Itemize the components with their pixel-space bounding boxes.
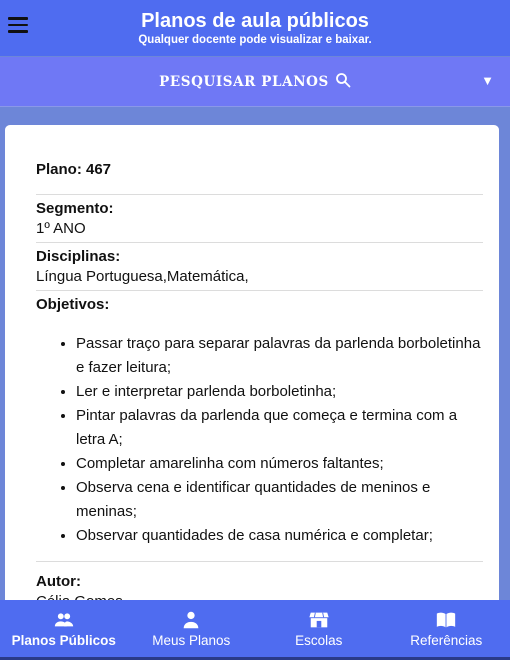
page-title: Planos de aula públicos [141, 10, 369, 32]
segment-label: Segmento: [36, 200, 114, 217]
caret-down-icon[interactable]: ▼ [481, 73, 494, 88]
author-label: Autor: [36, 573, 81, 590]
disciplines-label: Disciplinas: [36, 248, 121, 265]
objective-item: Pintar palavras da parlenda que começa e… [76, 404, 483, 452]
nav-label: Meus Planos [152, 633, 231, 648]
nav-meus-planos[interactable]: Meus Planos [128, 600, 256, 657]
disciplines-value: Língua Portuguesa,Matemática, [36, 268, 249, 285]
person-icon [183, 611, 199, 629]
search-icon [335, 72, 351, 87]
people-icon [54, 613, 73, 627]
nav-label: Planos Públicos [11, 633, 116, 648]
segment-section: Segmento: 1º ANO [36, 195, 483, 243]
objective-item: Passar traço para separar palavras da pa… [76, 332, 483, 380]
objective-item: Observa cena e identificar quantidades d… [76, 476, 483, 524]
book-icon [437, 612, 456, 628]
disciplines-section: Disciplinas: Língua Portuguesa,Matemátic… [36, 243, 483, 291]
objectives-label: Objetivos: [36, 296, 110, 313]
objectives-section: Objetivos: Passar traço para separar pal… [36, 291, 483, 562]
nav-planos-publicos[interactable]: Planos Públicos [0, 600, 128, 657]
segment-value: 1º ANO [36, 220, 86, 237]
nav-escolas[interactable]: Escolas [255, 600, 383, 657]
page-subtitle: Qualquer docente pode visualizar e baixa… [138, 34, 372, 46]
plan-title: Plano: 467 [36, 125, 483, 195]
objective-item: Completar amarelinha com números faltant… [76, 452, 483, 476]
bottom-navigation: Planos Públicos Meus Planos Escolas Refe… [0, 600, 510, 660]
objective-item: Observar quantidades de casa numérica e … [76, 524, 483, 548]
objective-item: Ler e interpretar parlenda borboletinha; [76, 380, 483, 404]
app-header: Planos de aula públicos Qualquer docente… [0, 0, 510, 56]
search-plans-label: PESQUISAR PLANOS [159, 73, 329, 90]
search-plans-toggle[interactable]: PESQUISAR PLANOS ▼ [0, 57, 510, 107]
nav-label: Referências [410, 633, 483, 648]
nav-label: Escolas [295, 633, 343, 648]
objectives-list: Passar traço para separar palavras da pa… [36, 315, 483, 561]
nav-referencias[interactable]: Referências [383, 600, 510, 657]
school-icon [309, 612, 329, 628]
menu-icon[interactable] [8, 14, 30, 36]
plan-card: Plano: 467 Segmento: 1º ANO Disciplinas:… [5, 125, 499, 660]
